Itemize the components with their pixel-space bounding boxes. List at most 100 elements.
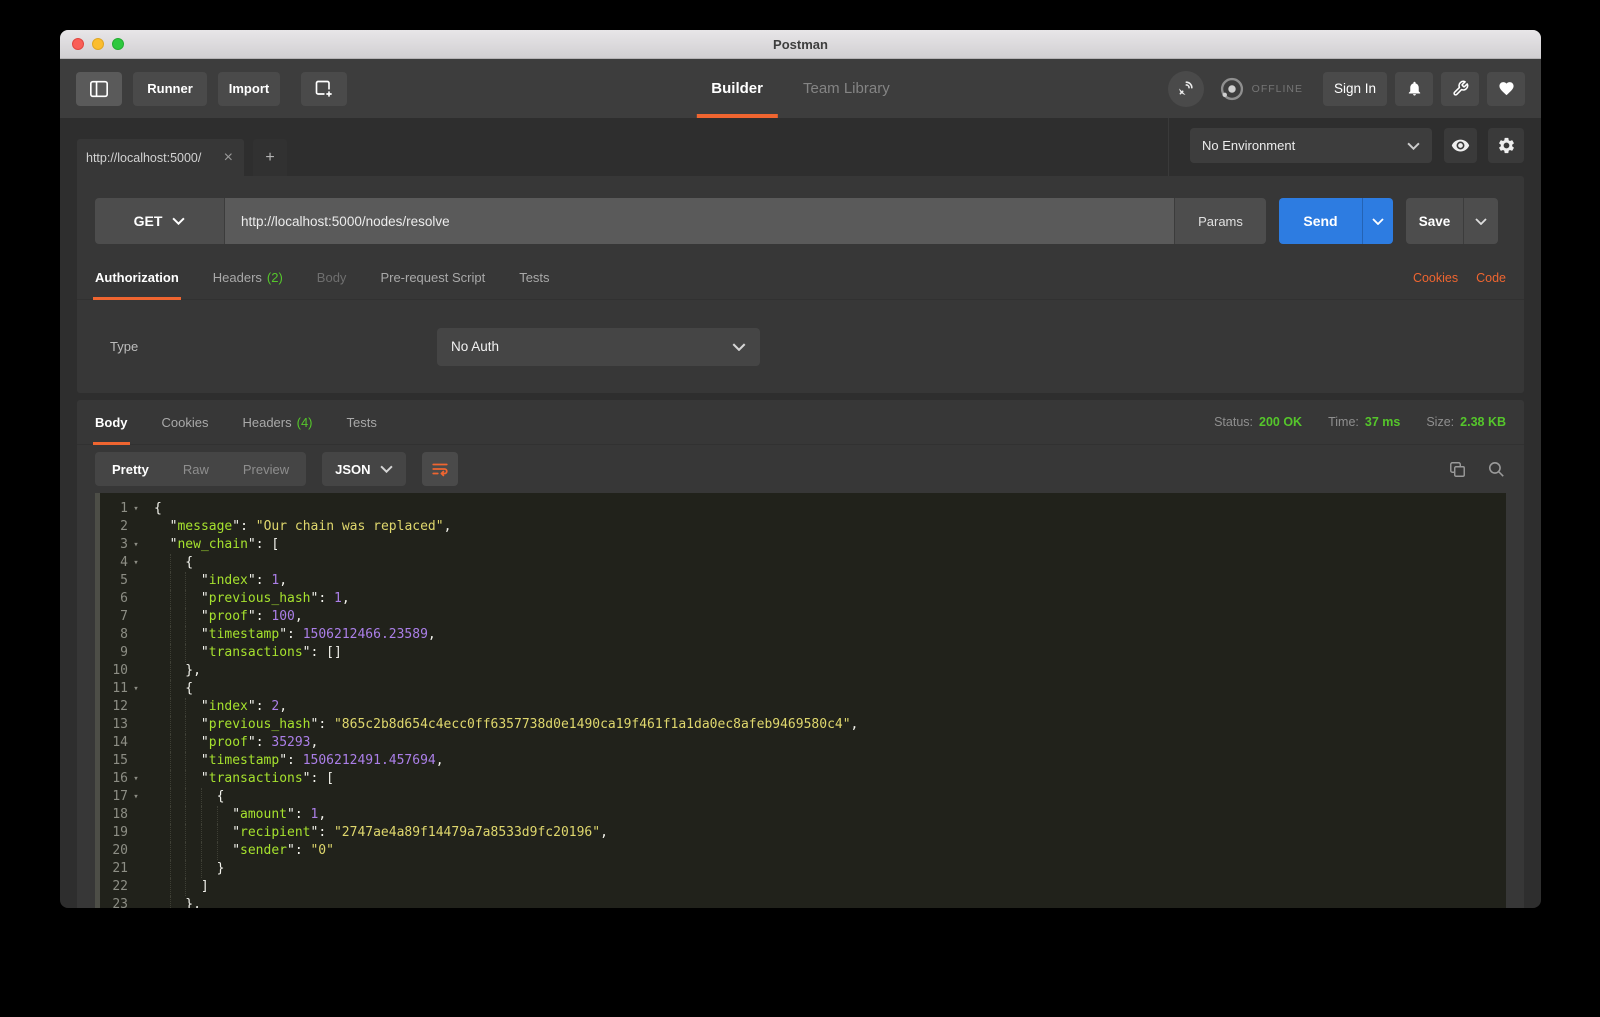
response-tab-headers[interactable]: Headers (4) xyxy=(242,400,312,444)
fold-arrow-icon[interactable]: ▾ xyxy=(128,500,144,518)
tab-tests-label: Tests xyxy=(519,270,550,285)
code-line: 20 "sender": "0" xyxy=(95,842,1506,860)
indent-guide xyxy=(185,608,201,626)
view-mode-preview[interactable]: Preview xyxy=(226,452,306,486)
code-text: }, xyxy=(154,662,201,680)
code-gutter: 9 xyxy=(95,644,154,662)
indent-guide xyxy=(185,626,201,644)
send-button[interactable]: Send xyxy=(1279,198,1362,244)
save-button[interactable]: Save xyxy=(1406,198,1463,244)
code-gutter: 2 xyxy=(95,518,154,536)
request-links: Cookies Code xyxy=(1413,271,1506,285)
new-tab-button[interactable]: + xyxy=(253,139,287,176)
method-select[interactable]: GET xyxy=(95,198,225,244)
fold-arrow-icon[interactable]: ▾ xyxy=(128,770,144,788)
runner-button[interactable]: Runner xyxy=(133,71,207,106)
indent-guide xyxy=(169,806,186,824)
fold-arrow-icon[interactable]: ▾ xyxy=(128,536,144,554)
sidebar-toggle-button[interactable] xyxy=(76,71,122,106)
send-button-group: Send xyxy=(1279,198,1393,244)
code-line: 8 "timestamp": 1506212466.23589, xyxy=(95,626,1506,644)
code-gutter: 21 xyxy=(95,860,154,878)
response-panel: Body Cookies Headers (4) Tests Status: 2… xyxy=(77,400,1524,908)
code-lines: 1 ▾{2 "message": "Our chain was replaced",… xyxy=(95,500,1506,908)
sign-in-button[interactable]: Sign In xyxy=(1323,71,1387,106)
indent-guide xyxy=(169,644,186,662)
code-gutter: 17 ▾ xyxy=(95,788,154,806)
traffic-lights xyxy=(72,30,124,58)
favorites-button[interactable] xyxy=(1487,71,1525,106)
code-link[interactable]: Code xyxy=(1476,271,1506,285)
indent-guide xyxy=(169,662,186,680)
response-tab-cookies[interactable]: Cookies xyxy=(162,400,209,444)
code-line: 19 "recipient": "2747ae4a89f14479a7a8533d… xyxy=(95,824,1506,842)
response-tab-tests[interactable]: Tests xyxy=(347,400,377,444)
cookies-link[interactable]: Cookies xyxy=(1413,271,1458,285)
code-line: 5 "index": 1, xyxy=(95,572,1506,590)
tab-builder[interactable]: Builder xyxy=(696,59,778,118)
indent-guide xyxy=(200,788,217,806)
send-options-button[interactable] xyxy=(1362,198,1393,244)
response-tab-body[interactable]: Body xyxy=(93,400,129,445)
sync-orbit-icon[interactable] xyxy=(1218,75,1246,103)
search-button[interactable] xyxy=(1487,460,1506,479)
settings-wrench-button[interactable] xyxy=(1441,71,1479,106)
fold-arrow-icon[interactable]: ▾ xyxy=(128,788,144,806)
wrap-text-button[interactable] xyxy=(421,452,458,486)
tab-team-library[interactable]: Team Library xyxy=(803,59,890,118)
save-options-button[interactable] xyxy=(1463,198,1498,244)
bell-icon xyxy=(1406,80,1423,97)
params-button[interactable]: Params xyxy=(1174,198,1266,244)
view-mode-raw[interactable]: Raw xyxy=(166,452,226,486)
method-value: GET xyxy=(133,213,163,229)
tab-tests[interactable]: Tests xyxy=(519,256,549,299)
environment-divider xyxy=(1168,118,1169,176)
tab-prerequest-script[interactable]: Pre-request Script xyxy=(380,256,485,299)
indent-guide xyxy=(169,734,186,752)
code-text: "proof": 100, xyxy=(154,608,303,626)
close-tab-icon[interactable]: × xyxy=(222,149,235,166)
save-button-group: Save xyxy=(1406,198,1498,244)
indent-guide xyxy=(200,860,217,878)
view-mode-segmented-control: Pretty Raw Preview xyxy=(95,452,307,486)
wrench-icon xyxy=(1452,80,1469,97)
tab-headers[interactable]: Headers (2) xyxy=(213,256,283,299)
tab-authorization[interactable]: Authorization xyxy=(93,256,181,300)
fold-arrow-icon[interactable]: ▾ xyxy=(128,680,144,698)
close-window-button[interactable] xyxy=(72,38,84,50)
auth-type-select[interactable]: No Auth xyxy=(437,327,760,366)
environment-select[interactable]: No Environment xyxy=(1190,128,1432,163)
code-text: }, xyxy=(154,896,201,908)
tab-body[interactable]: Body xyxy=(317,256,347,299)
response-body-viewer[interactable]: 1 ▾{2 "message": "Our chain was replaced",… xyxy=(95,493,1506,908)
window-title: Postman xyxy=(773,36,828,52)
environment-settings-button[interactable] xyxy=(1488,128,1524,163)
copy-button[interactable] xyxy=(1448,460,1467,479)
zoom-window-button[interactable] xyxy=(112,38,124,50)
request-tab[interactable]: http://localhost:5000/ × xyxy=(77,139,244,176)
indent-guide xyxy=(185,590,201,608)
response-tab-cookies-label: Cookies xyxy=(161,414,209,430)
chevron-down-icon xyxy=(1475,217,1487,225)
proxy-button[interactable] xyxy=(1167,70,1204,107)
code-text: "index": 1, xyxy=(154,572,287,590)
view-mode-pretty[interactable]: Pretty xyxy=(95,452,166,486)
fold-arrow-icon[interactable]: ▾ xyxy=(128,554,144,572)
toolbar-right-group: OFFLINE Sign In xyxy=(1167,70,1525,107)
minimize-window-button[interactable] xyxy=(92,38,104,50)
code-text: ] xyxy=(154,878,209,896)
indent-guide xyxy=(185,824,201,842)
import-button[interactable]: Import xyxy=(218,71,280,106)
url-input[interactable] xyxy=(225,198,1174,244)
new-window-button[interactable] xyxy=(301,71,347,106)
language-select[interactable]: JSON xyxy=(322,452,406,486)
notifications-button[interactable] xyxy=(1395,71,1433,106)
environment-preview-button[interactable] xyxy=(1444,128,1477,163)
indent-guide xyxy=(200,806,217,824)
